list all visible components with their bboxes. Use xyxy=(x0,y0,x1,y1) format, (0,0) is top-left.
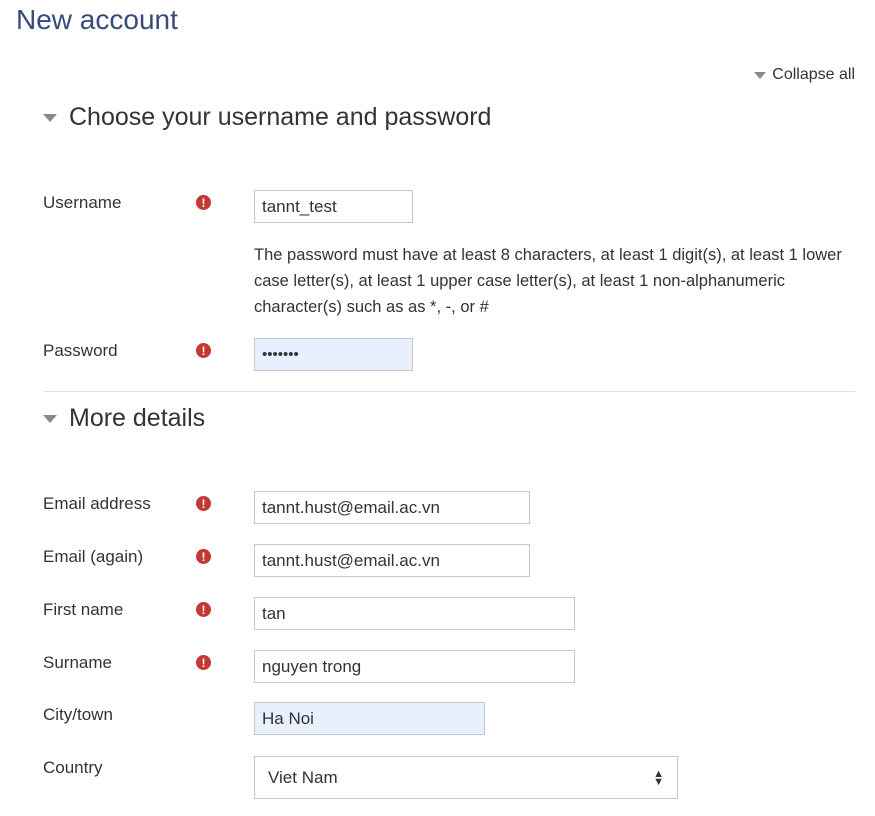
required-icon: ! xyxy=(196,549,211,564)
section-header-username-password[interactable]: Choose your username and password xyxy=(43,103,491,132)
caret-down-icon xyxy=(43,414,57,423)
username-input[interactable] xyxy=(254,190,413,223)
section-title: Choose your username and password xyxy=(69,103,492,131)
password-label: Password xyxy=(43,341,118,360)
section-title: More details xyxy=(69,404,206,432)
select-arrows-icon: ▲ ▼ xyxy=(653,767,664,788)
city-input[interactable] xyxy=(254,702,485,735)
password-input[interactable]: ••••••• xyxy=(254,338,413,371)
section-divider xyxy=(43,391,855,392)
required-icon: ! xyxy=(196,343,211,358)
email-input[interactable] xyxy=(254,491,530,524)
first-name-label: First name xyxy=(43,600,124,619)
collapse-all-label: Collapse all xyxy=(772,66,855,83)
surname-input[interactable] xyxy=(254,650,575,683)
country-selected-value: Viet Nam xyxy=(268,767,338,787)
country-label: Country xyxy=(43,758,103,777)
required-icon: ! xyxy=(196,655,211,670)
page-title: New account xyxy=(16,4,178,35)
surname-label: Surname xyxy=(43,653,112,672)
required-icon: ! xyxy=(196,496,211,511)
required-icon: ! xyxy=(196,602,211,617)
username-label: Username xyxy=(43,193,122,212)
email-label: Email address xyxy=(43,494,151,513)
caret-down-icon xyxy=(43,113,57,122)
email-again-input[interactable] xyxy=(254,544,530,577)
first-name-input[interactable] xyxy=(254,597,575,630)
caret-down-icon xyxy=(754,71,767,79)
city-label: City/town xyxy=(43,705,113,724)
required-icon: ! xyxy=(196,195,211,210)
country-select[interactable]: Viet Nam ▲ ▼ xyxy=(254,756,678,799)
section-header-more-details[interactable]: More details xyxy=(43,404,205,433)
password-policy-text: The password must have at least 8 charac… xyxy=(254,246,842,316)
collapse-all-link[interactable]: Collapse all xyxy=(754,66,855,84)
email-again-label: Email (again) xyxy=(43,547,144,566)
